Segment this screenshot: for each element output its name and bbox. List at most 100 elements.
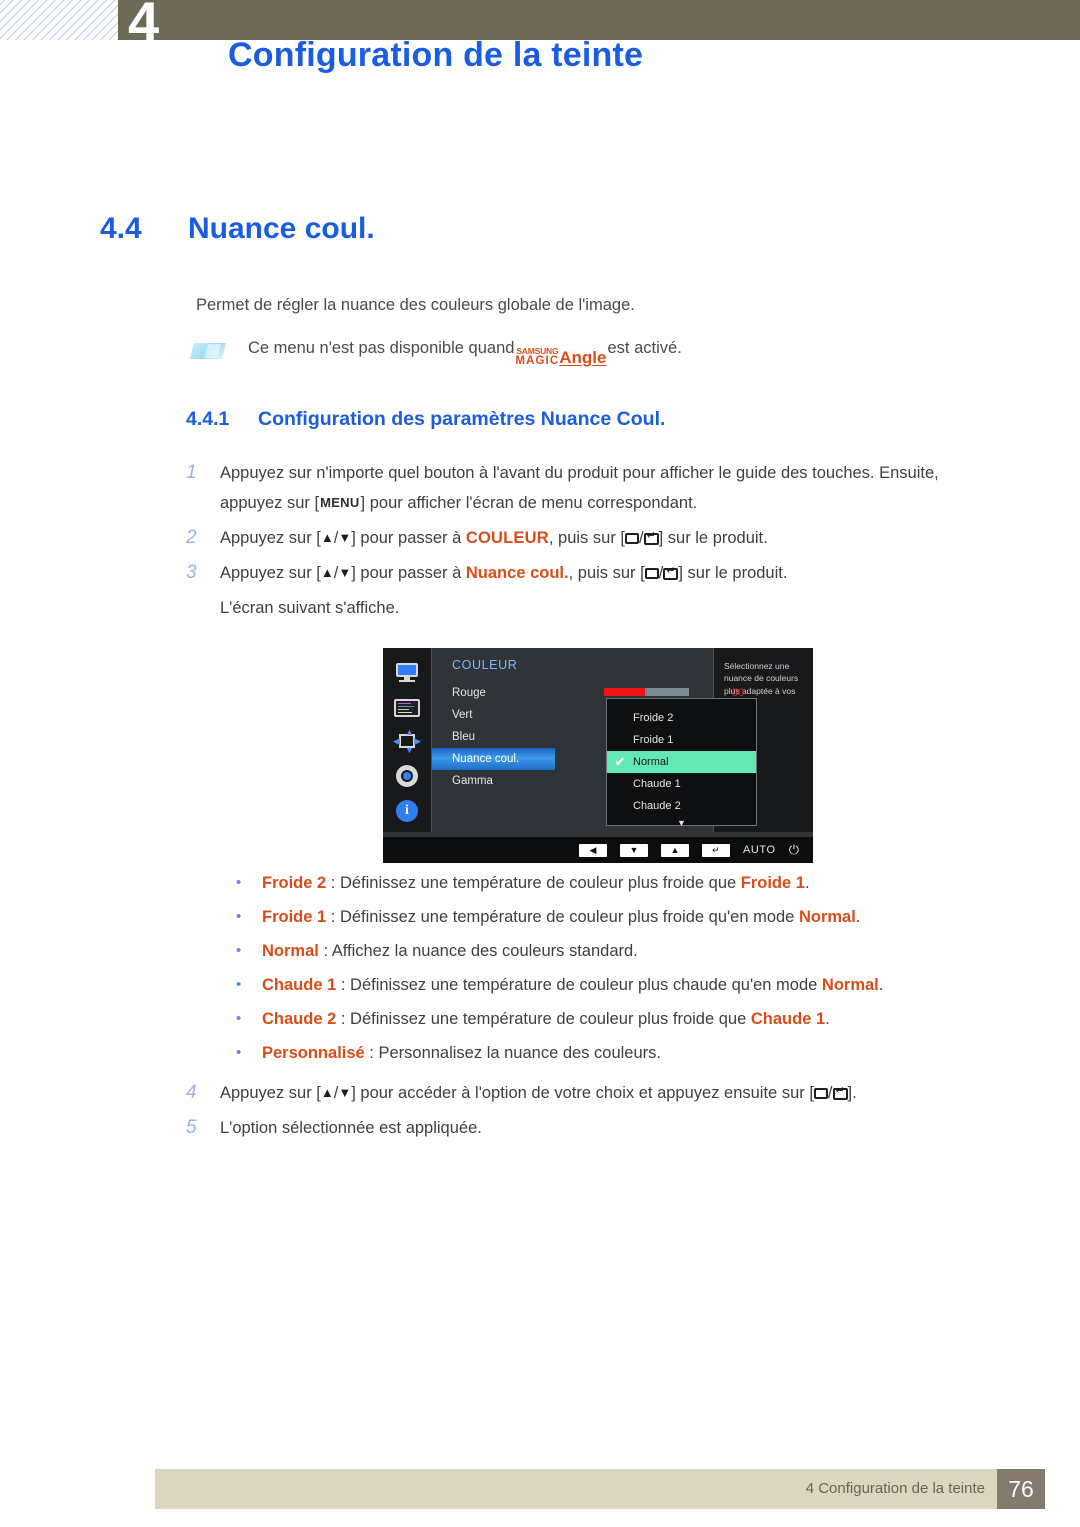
info-icon[interactable]: i xyxy=(396,800,418,822)
bullet-desc: : Définissez une température de couleur … xyxy=(336,1010,751,1028)
step-3-follow-up: L'écran suivant s'affiche. xyxy=(220,599,400,617)
step-4: 4 Appuyez sur [▲ / ▼] pour accéder à l'opt… xyxy=(186,1078,1016,1109)
step-2: 2 Appuyez sur [▲ / ▼] pour passer à COULEU… xyxy=(186,523,1016,554)
dropdown-option-froide-2[interactable]: Froide 2 xyxy=(607,707,756,729)
arrow-up-icon: ▲ xyxy=(320,530,334,545)
procedure-steps-continued: 4 Appuyez sur [▲ / ▼] pour accéder à l'opt… xyxy=(186,1078,1016,1147)
section-title: Nuance coul. xyxy=(188,212,375,245)
bullet-desc: : Personnalisez la nuance des couleurs. xyxy=(364,1044,661,1062)
procedure-steps: 1 Appuyez sur n'importe quel bouton à l'… xyxy=(186,458,1016,623)
step-4-pre: Appuyez sur [ xyxy=(220,1084,321,1102)
bullet-desc: : Définissez une température de couleur … xyxy=(326,874,741,892)
note-text: Ce menu n'est pas disponible quand SAMSU… xyxy=(248,339,682,367)
list-item: • Froide 2 : Définissez une température … xyxy=(236,872,1036,894)
header-bar xyxy=(118,0,1080,40)
osd-main-panel: COULEUR Rouge 50 Vert Bleu Nuance coul. xyxy=(431,648,757,832)
dropdown-option-label: Normal xyxy=(633,756,669,768)
power-icon[interactable]: ⏻ xyxy=(789,842,799,858)
list-item: • Personnalisé : Personnalisez la nuance… xyxy=(236,1042,1036,1064)
step-text: Appuyez sur [▲ / ▼] pour passer à COULEUR,… xyxy=(220,523,1016,554)
list-item: • Chaude 1 : Définissez une température … xyxy=(236,974,1036,996)
bullet-end: . xyxy=(804,874,810,892)
osd-item-nuance-coul[interactable]: Nuance coul. xyxy=(432,748,555,770)
bullet-term: Chaude 1 xyxy=(262,976,337,994)
step-1-line-2-post: ] pour afficher l'écran de menu correspo… xyxy=(360,494,698,512)
subsection-heading: 4.4.1 Configuration des paramètres Nuanc… xyxy=(186,408,665,431)
back-key-icon xyxy=(813,1088,828,1099)
osd-menu-title: COULEUR xyxy=(452,658,518,672)
subsection-title: Configuration des paramètres Nuance Coul… xyxy=(258,408,666,430)
key-separator: / xyxy=(827,1084,833,1102)
osd-item-label: Vert xyxy=(452,709,473,721)
arrow-down-icon: ▼ xyxy=(338,530,352,545)
magic-wordmark: SAMSUNG MAGIC xyxy=(515,347,559,367)
step-1-line-2-pre: appuyez sur [ xyxy=(220,494,320,512)
key-down-icon[interactable]: ▼ xyxy=(619,843,648,857)
bullet-text: Chaude 2 : Définissez une température de… xyxy=(262,1008,830,1030)
bullet-term-ref: Normal xyxy=(821,976,879,994)
arrow-up-icon: ▲ xyxy=(320,1085,334,1100)
section-number: 4.4 xyxy=(100,212,142,245)
osd-key-guide-bar: ◀ ▼ ▲ ↵ AUTO ⏻ xyxy=(383,837,813,863)
chevron-down-icon[interactable]: ▼ xyxy=(607,818,756,828)
step-4-mid: ] pour accéder à l'option de votre choix… xyxy=(351,1084,814,1102)
step-number: 4 xyxy=(186,1082,197,1103)
step-3-pre: Appuyez sur [ xyxy=(220,564,321,582)
note-prefix: Ce menu n'est pas disponible quand xyxy=(248,339,515,357)
magic-magic-text: MAGIC xyxy=(515,354,560,367)
bullet-text: Froide 1 : Définissez une température de… xyxy=(262,906,860,928)
monitor-icon[interactable] xyxy=(394,662,420,684)
key-enter-icon[interactable]: ↵ xyxy=(701,843,730,857)
back-key-icon xyxy=(625,533,639,544)
rouge-slider[interactable] xyxy=(604,688,689,696)
arrow-up-icon: ▲ xyxy=(320,565,334,580)
bullet-end: . xyxy=(855,908,861,926)
move-icon[interactable]: ▲ ▼ ◀ ▶ xyxy=(393,728,421,755)
step-3-post: ] sur le produit. xyxy=(678,564,788,582)
decorative-hatch-pattern xyxy=(0,0,118,40)
bullet-term-ref: Froide 1 xyxy=(740,874,805,892)
arrow-down-icon: ▼ xyxy=(338,1085,352,1100)
step-number: 3 xyxy=(186,562,197,583)
back-key-icon xyxy=(644,568,659,579)
bullet-text: Chaude 1 : Définissez une température de… xyxy=(262,974,883,996)
bullet-icon: • xyxy=(236,976,242,993)
section-heading: 4.4 Nuance coul. xyxy=(100,212,375,246)
bullet-desc: : Définissez une température de couleur … xyxy=(336,976,822,994)
note-icon xyxy=(190,343,226,359)
osd-item-label: Nuance coul. xyxy=(452,753,520,765)
checkmark-icon: ✔ xyxy=(615,755,626,769)
dropdown-option-froide-1[interactable]: Froide 1 xyxy=(607,729,756,751)
gear-icon[interactable] xyxy=(393,762,421,790)
bullet-desc: : Affichez la nuance des couleurs standa… xyxy=(318,942,638,960)
step-2-mid2: , puis sur [ xyxy=(548,529,625,547)
dropdown-option-label: Froide 2 xyxy=(633,712,674,724)
step-number: 2 xyxy=(186,527,197,548)
bullet-end: . xyxy=(825,1010,830,1028)
step-2-target-menu: COULEUR xyxy=(465,529,549,547)
step-text: Appuyez sur [▲ / ▼] pour accéder à l'optio… xyxy=(220,1078,1016,1109)
auto-button-label[interactable]: AUTO xyxy=(743,844,776,856)
key-up-icon[interactable]: ▲ xyxy=(660,843,689,857)
bullet-term: Chaude 2 xyxy=(262,1010,337,1028)
dropdown-option-normal[interactable]: ✔ Normal xyxy=(607,751,756,773)
magic-feature-name: Angle xyxy=(559,348,607,367)
step-3-mid: ] pour passer à xyxy=(351,564,466,582)
key-left-icon[interactable]: ◀ xyxy=(578,843,607,857)
dropdown-option-chaude-2[interactable]: Chaude 2 xyxy=(607,795,756,817)
bullet-term: Froide 2 xyxy=(262,874,327,892)
bullet-term: Personnalisé xyxy=(262,1044,365,1062)
dropdown-option-chaude-1[interactable]: Chaude 1 xyxy=(607,773,756,795)
bullet-text: Froide 2 : Définissez une température de… xyxy=(262,872,810,894)
step-1-line-1: Appuyez sur n'importe quel bouton à l'av… xyxy=(220,464,939,482)
note-suffix: est activé. xyxy=(607,339,682,357)
osd-item-label: Rouge xyxy=(452,687,486,699)
footer-chapter-text: 4 Configuration de la teinte xyxy=(805,1480,985,1497)
step-text: Appuyez sur [▲/▼] pour passer à Nuance c… xyxy=(220,558,1016,589)
color-bars-icon[interactable] xyxy=(394,699,420,717)
step-2-pre: Appuyez sur [ xyxy=(220,529,321,547)
step-number: 1 xyxy=(186,462,197,483)
bullet-desc: : Définissez une température de couleur … xyxy=(326,908,799,926)
osd-body: ▲ ▼ ◀ ▶ i COULEUR Rouge 50 Vert Bleu Nua… xyxy=(383,648,813,832)
osd-item-label: Gamma xyxy=(452,775,493,787)
